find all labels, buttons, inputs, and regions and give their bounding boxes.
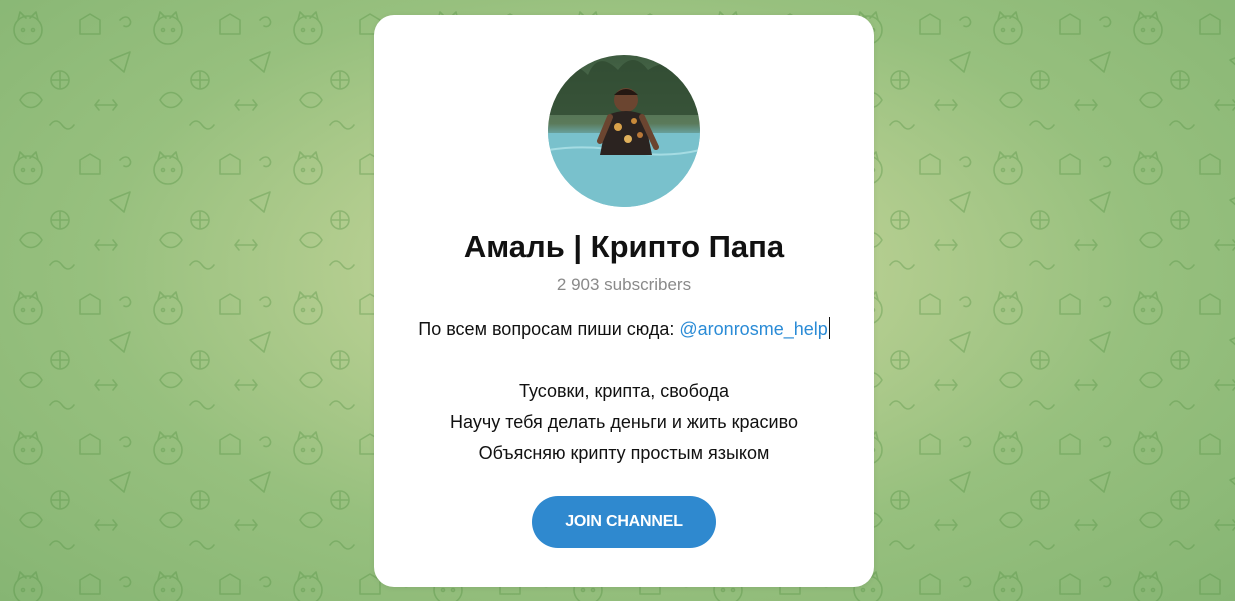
channel-card: Амаль | Крипто Папа 2 903 subscribers По… — [374, 15, 874, 587]
text-caret — [828, 317, 830, 339]
description-prefix: По всем вопросам пиши сюда: — [418, 319, 680, 339]
subscriber-count: 2 903 subscribers — [556, 275, 692, 294]
channel-title: Амаль | Крипто Папа — [463, 229, 785, 264]
description-line-2: Научу тебя делать деньги и жить красиво — [450, 412, 798, 432]
contact-username-link[interactable]: @aronrosme_help — [679, 319, 827, 339]
description-contact-line: По всем вопросам пиши сюда: @aronrosme_h… — [374, 314, 874, 345]
channel-description: По всем вопросам пиши сюда: @aronrosme_h… — [374, 314, 874, 469]
join-channel-button[interactable]: JOIN CHANNEL — [532, 496, 716, 548]
description-line-1: Тусовки, крипта, свобода — [518, 381, 730, 401]
description-line-3: Объясняю крипту простым языком — [478, 443, 770, 463]
channel-avatar — [548, 55, 700, 207]
description-spacer — [374, 345, 874, 376]
